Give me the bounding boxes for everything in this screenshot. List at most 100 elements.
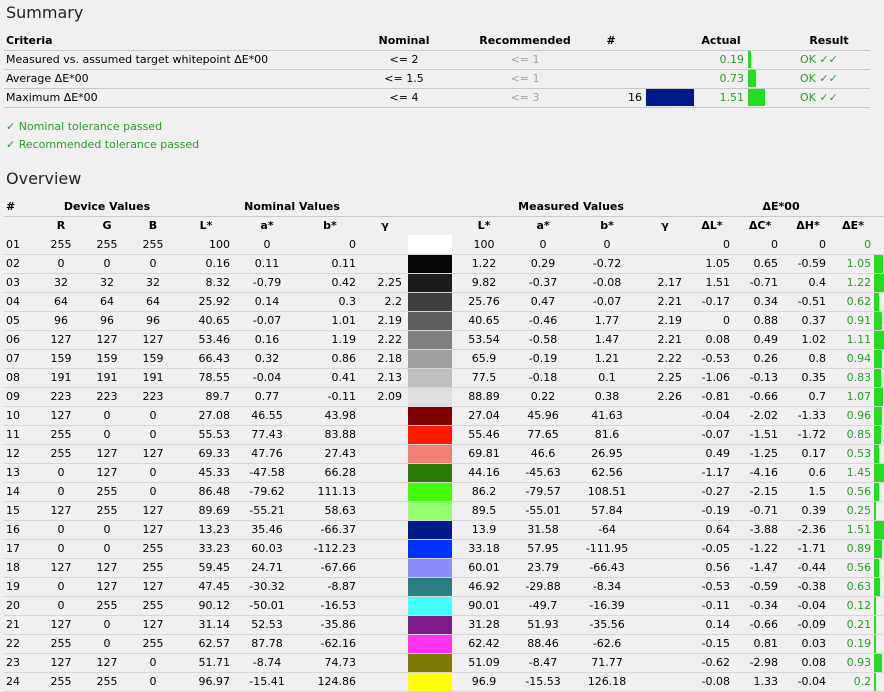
delta-e-bar-cell xyxy=(874,330,884,350)
color-swatch xyxy=(408,501,453,519)
measured-a: 45.96 xyxy=(514,406,573,426)
delta-e-bar-cell xyxy=(874,653,884,673)
row-index: 09 xyxy=(4,387,38,407)
result-header: Result xyxy=(788,31,870,51)
nominal-a: -50.01 xyxy=(236,596,298,616)
nominal-a: 46.55 xyxy=(236,406,298,426)
column-header: ΔH* xyxy=(796,219,820,233)
nominal-b: 27.43 xyxy=(298,444,362,464)
nominal-b: 0.42 xyxy=(298,273,362,293)
delta-c: -1.51 xyxy=(736,425,785,445)
measured-a: -0.19 xyxy=(514,349,573,369)
row-index: 02 xyxy=(4,254,38,274)
delta-e-bar-cell xyxy=(874,482,884,502)
color-swatch xyxy=(408,406,453,424)
device-b: 32 xyxy=(130,273,176,293)
column-header: γ xyxy=(661,219,669,233)
device-r: 127 xyxy=(38,615,84,635)
swatch-cell xyxy=(408,501,455,521)
nominal-a: 0.11 xyxy=(236,254,298,274)
color-swatch xyxy=(408,615,453,633)
color-swatch xyxy=(408,672,453,690)
measured-b: 57.84 xyxy=(572,501,643,521)
delta-c: -3.88 xyxy=(736,520,785,540)
nominal-l: 13.23 xyxy=(176,520,236,540)
device-r: 255 xyxy=(38,634,84,654)
swatch-cell xyxy=(408,292,455,312)
measured-l: 62.42 xyxy=(454,634,515,654)
delta-h: -0.04 xyxy=(784,672,833,692)
device-g: 159 xyxy=(84,349,130,369)
measured-a: 0.22 xyxy=(514,387,573,407)
table-row: 24 255 255 0 96.97 -15.41 124.86 96.9 -15.53 126.… xyxy=(4,672,884,692)
nominal-l: 27.08 xyxy=(176,406,236,426)
measured-b: -64 xyxy=(572,520,643,540)
delta-e: 1.11 xyxy=(832,330,875,350)
color-swatch xyxy=(646,89,694,106)
swatch-cell xyxy=(408,596,455,616)
bar-cell xyxy=(748,69,788,89)
measured-b: 62.56 xyxy=(572,463,643,483)
delta-e: 0.56 xyxy=(832,558,875,578)
measured-b: 1.47 xyxy=(572,330,643,350)
nominal-a: -79.62 xyxy=(236,482,298,502)
measured-a: -15.53 xyxy=(514,672,573,692)
row-index: 07 xyxy=(4,349,38,369)
device-values-header: Device Values xyxy=(38,197,176,217)
nominal-a: 60.03 xyxy=(236,539,298,559)
nominal-a: 77.43 xyxy=(236,425,298,445)
delta-e-bar-cell xyxy=(874,425,884,445)
device-r: 255 xyxy=(38,444,84,464)
delta-e: 0.85 xyxy=(832,425,875,445)
delta-e-bar xyxy=(874,501,877,519)
delta-c: 0 xyxy=(736,235,785,255)
delta-c: 0.49 xyxy=(736,330,785,350)
measured-gamma xyxy=(642,577,689,597)
delta-e-bar xyxy=(874,368,882,386)
measured-a: -0.46 xyxy=(514,311,573,331)
delta-e-bar-cell xyxy=(874,387,884,407)
column-header: b* xyxy=(323,219,337,233)
nominal-b: 0 xyxy=(298,235,362,255)
delta-c: 0.81 xyxy=(736,634,785,654)
device-r: 0 xyxy=(38,596,84,616)
measured-b: 26.95 xyxy=(572,444,643,464)
delta-h: 0.08 xyxy=(784,653,833,673)
delta-c: -2.98 xyxy=(736,653,785,673)
device-g: 255 xyxy=(84,235,130,255)
nominal-l: 59.45 xyxy=(176,558,236,578)
nominal-l: 55.53 xyxy=(176,425,236,445)
nominal-header: Nominal xyxy=(334,31,474,51)
swatch-cell xyxy=(408,653,455,673)
device-r: 0 xyxy=(38,463,84,483)
measured-gamma xyxy=(642,482,689,502)
device-b: 255 xyxy=(130,596,176,616)
table-row: 10 127 0 0 27.08 46.55 43.98 27.04 45.96 41.63 -0.… xyxy=(4,406,884,426)
swatch-cell xyxy=(408,406,455,426)
delta-e-bar xyxy=(874,577,881,595)
nominal-cell: <= 2 xyxy=(334,50,474,70)
count-cell xyxy=(576,69,646,89)
device-b: 127 xyxy=(130,330,176,350)
color-swatch xyxy=(408,330,453,348)
delta-c: -1.22 xyxy=(736,539,785,559)
result-cell: OK ✓✓ xyxy=(788,50,870,70)
delta-l: 1.51 xyxy=(688,273,737,293)
delta-l: -0.81 xyxy=(688,387,737,407)
measured-l: 69.81 xyxy=(454,444,515,464)
table-row: 11 255 0 0 55.53 77.43 83.88 55.46 77.65 81.6 -0.0… xyxy=(4,425,884,445)
summary-row: Average ΔE*00 <= 1.5 <= 1 0.73 OK ✓✓ xyxy=(4,69,870,89)
nominal-b: 1.01 xyxy=(298,311,362,331)
delta-e: 0.21 xyxy=(832,615,875,635)
delta-e-bar xyxy=(874,615,877,633)
device-b: 127 xyxy=(130,501,176,521)
nominal-l: 45.33 xyxy=(176,463,236,483)
measured-b: -35.56 xyxy=(572,615,643,635)
color-swatch xyxy=(408,292,453,310)
device-g: 127 xyxy=(84,463,130,483)
count-cell xyxy=(576,50,646,70)
device-g: 32 xyxy=(84,273,130,293)
measured-gamma xyxy=(642,653,689,673)
nominal-gamma xyxy=(362,444,409,464)
swatch-cell xyxy=(408,577,455,597)
